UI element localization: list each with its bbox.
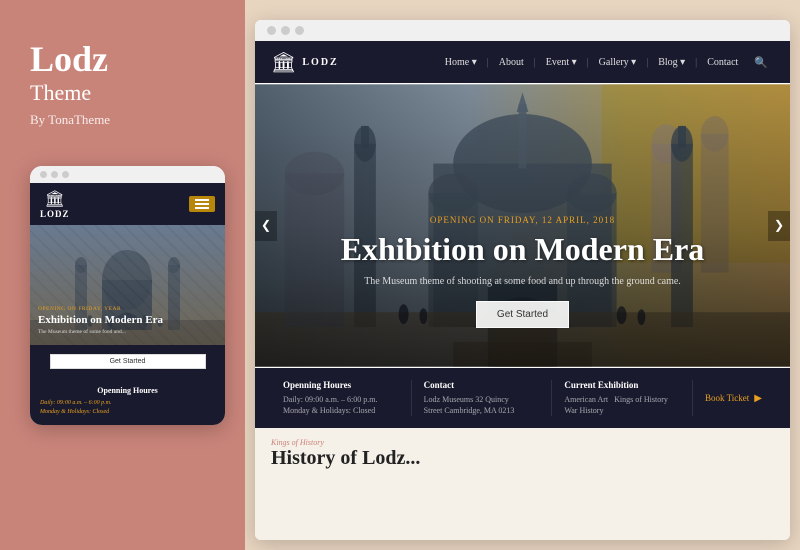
mobile-hero-content: OPENING ON FRIDAY, YEAR Exhibition on Mo… [38, 306, 217, 336]
mobile-hamburger-button[interactable] [189, 196, 215, 212]
mobile-nav: 🏛 LODZ [30, 183, 225, 225]
mobile-hero-title: Exhibition on Modern Era [38, 314, 217, 327]
bottom-title: History of Lodz... [271, 447, 420, 470]
mobile-logo: 🏛 LODZ [40, 189, 70, 219]
mobile-dot-1 [40, 171, 47, 178]
desktop-browser: 🏛 LODZ Home ▾ | About | Event ▾ | Galler… [255, 20, 790, 540]
hero-title: Exhibition on Modern Era [255, 231, 790, 268]
mobile-info-bar: Openning Houres Daily: 09:00 a.m. – 6:00… [30, 378, 225, 425]
mobile-info-title: Openning Houres [40, 386, 215, 395]
mobile-hero-subtitle: The Museum theme of some food and... [38, 329, 217, 336]
desktop-nav-items: Home ▾ | About | Event ▾ | Gallery ▾ | B… [359, 52, 774, 73]
info-bar: Openning Houres Daily: 09:00 a.m. – 6:00… [255, 368, 790, 428]
mobile-logo-text: LODZ [40, 209, 70, 219]
info-contact-address2: Street Cambridge, MA 0213 [424, 405, 540, 416]
mobile-info-hours-1: Daily: 09:00 a.m. – 6:00 p.m. [40, 399, 215, 408]
hero-prev-button[interactable]: ❮ [255, 211, 277, 241]
mobile-hero: OPENING ON FRIDAY, YEAR Exhibition on Mo… [30, 225, 225, 345]
bottom-section-content: Kings of History History of Lodz... [271, 438, 420, 470]
info-contact-title: Contact [424, 380, 540, 390]
mobile-dot-2 [51, 171, 58, 178]
building-icon: 🏛 [45, 189, 65, 209]
desktop-browser-bar [255, 20, 790, 41]
book-ticket-button[interactable]: Book Ticket ▶ [693, 393, 774, 404]
browser-dot-2 [281, 26, 290, 35]
desktop-logo-icon: 🏛 [271, 50, 296, 75]
mobile-mockup: 🏛 LODZ [30, 166, 225, 425]
nav-item-home[interactable]: Home ▾ [437, 53, 485, 72]
brand-subtitle: Theme [30, 80, 91, 106]
search-icon[interactable]: 🔍 [748, 52, 774, 73]
hamburger-line-3 [195, 207, 209, 209]
info-hours-holidays: Monday & Holidays: Closed [283, 405, 399, 416]
bottom-label: Kings of History [271, 438, 420, 447]
desktop-logo-text: LODZ [302, 57, 338, 68]
desktop-hero: ❮ ❯ OPENING ON FRIDAY, 12 APRIL, 2018 Ex… [255, 83, 790, 368]
left-panel: Lodz Theme By TonaTheme 🏛 LODZ [0, 0, 245, 550]
get-started-button[interactable]: Get Started [476, 301, 569, 328]
nav-item-blog[interactable]: Blog ▾ [650, 53, 693, 72]
info-exhibition-title: Current Exhibition [564, 380, 680, 390]
hamburger-line-1 [195, 199, 209, 201]
browser-dot-1 [267, 26, 276, 35]
info-hours-title: Openning Houres [283, 380, 399, 390]
hero-opening-label: OPENING ON FRIDAY, 12 APRIL, 2018 [255, 215, 790, 225]
book-ticket-arrow-icon: ▶ [754, 393, 762, 404]
info-exhibition-line1: American Art Kings of History [564, 394, 680, 405]
hero-description: The Museum theme of shooting at some foo… [255, 276, 790, 287]
info-section-hours: Openning Houres Daily: 09:00 a.m. – 6:00… [271, 380, 412, 416]
info-section-exhibition: Current Exhibition American Art Kings of… [552, 380, 693, 416]
info-exhibition-line2: War History [564, 405, 680, 416]
brand-by: By TonaTheme [30, 112, 110, 128]
browser-dot-3 [295, 26, 304, 35]
hero-next-button[interactable]: ❯ [768, 211, 790, 241]
brand-title: Lodz [30, 40, 108, 80]
nav-item-about[interactable]: About [491, 53, 532, 72]
nav-item-event[interactable]: Event ▾ [538, 53, 585, 72]
desktop-logo-area: 🏛 LODZ [271, 50, 339, 75]
nav-item-contact[interactable]: Contact [699, 53, 746, 72]
info-section-contact: Contact Lodz Museums 32 Quincy Street Ca… [412, 380, 553, 416]
mobile-opening-label: OPENING ON FRIDAY, YEAR [38, 306, 217, 312]
book-ticket-label: Book Ticket [705, 393, 749, 403]
mobile-info-hours-2: Monday & Holidays: Closed [40, 408, 215, 417]
bottom-section: Kings of History History of Lodz... [255, 428, 790, 540]
mobile-dot-3 [62, 171, 69, 178]
desktop-nav: 🏛 LODZ Home ▾ | About | Event ▾ | Galler… [255, 41, 790, 83]
info-hours-daily: Daily: 09:00 a.m. – 6:00 p.m. [283, 394, 399, 405]
mobile-browser-bar [30, 166, 225, 183]
hamburger-line-2 [195, 203, 209, 205]
nav-item-gallery[interactable]: Gallery ▾ [591, 53, 645, 72]
mobile-get-started-button[interactable]: Get Started [50, 354, 206, 369]
right-panel: 🏛 LODZ Home ▾ | About | Event ▾ | Galler… [245, 0, 800, 550]
info-contact-address1: Lodz Museums 32 Quincy [424, 394, 540, 405]
hero-content: OPENING ON FRIDAY, 12 APRIL, 2018 Exhibi… [255, 215, 790, 328]
